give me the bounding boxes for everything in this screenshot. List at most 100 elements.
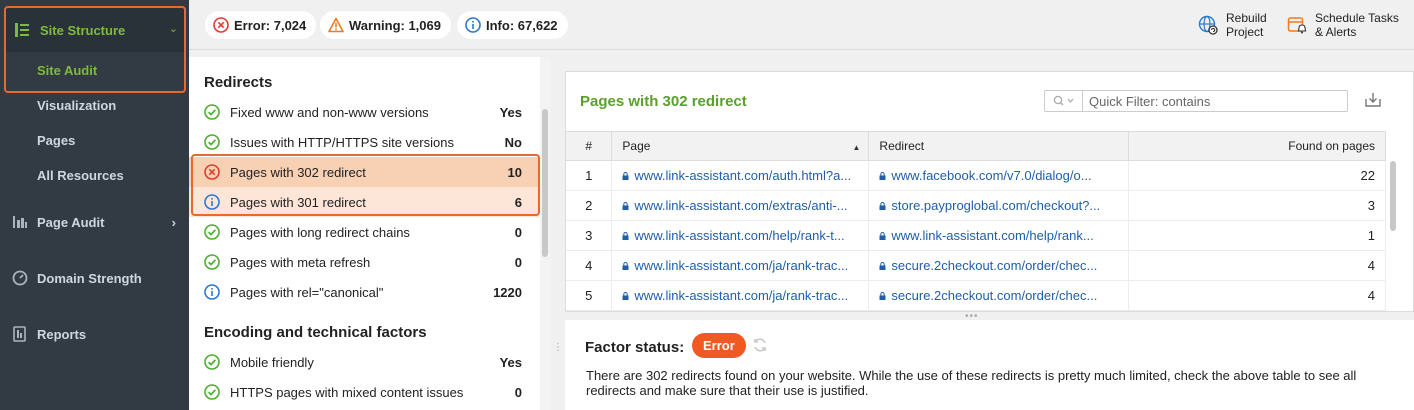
factor-status-label: Factor status: bbox=[585, 339, 685, 356]
page-url[interactable]: www.link-assistant.com/auth.html?a... bbox=[634, 168, 851, 183]
issue-row[interactable]: HTTPS pages with mixed content issues 0 bbox=[189, 377, 539, 407]
lock-icon bbox=[622, 262, 629, 270]
sidebar-item-domain-strength[interactable]: Domain Strength bbox=[12, 270, 182, 286]
section-title-encoding: Encoding and technical factors bbox=[204, 324, 427, 341]
row-number: 5 bbox=[566, 280, 613, 311]
issue-row[interactable]: Pages with 301 redirect 6 bbox=[189, 187, 539, 217]
lock-icon bbox=[879, 262, 886, 270]
search-icon bbox=[1053, 95, 1073, 106]
issue-value: 10 bbox=[507, 164, 522, 180]
redirect-link-cell[interactable]: secure.2checkout.com/order/chec... bbox=[868, 280, 1130, 311]
export-icon[interactable] bbox=[1363, 90, 1383, 110]
sidebar-item-reports[interactable]: Reports bbox=[12, 326, 182, 342]
report-icon bbox=[12, 326, 28, 342]
issue-value: 6 bbox=[514, 194, 522, 210]
sidebar-item-visualization[interactable]: Visualization bbox=[37, 98, 116, 113]
scrollbar-thumb[interactable] bbox=[1390, 161, 1396, 231]
issue-label: Mobile friendly bbox=[230, 354, 314, 370]
column-header-redirect[interactable]: Redirect bbox=[868, 131, 1130, 161]
lock-icon bbox=[622, 202, 629, 210]
sidebar-item-label: Reports bbox=[37, 326, 87, 342]
redirect-link-cell[interactable]: store.payproglobal.com/checkout?... bbox=[868, 190, 1130, 221]
lock-icon bbox=[879, 292, 886, 300]
table-row[interactable]: 1 www.link-assistant.com/auth.html?a... … bbox=[566, 160, 1386, 191]
quick-filter bbox=[1044, 90, 1348, 112]
table-scrollbar[interactable] bbox=[1388, 161, 1399, 307]
sidebar-section-site-structure[interactable]: Site Structure ⌄ bbox=[6, 8, 184, 52]
redirect-link-cell[interactable]: secure.2checkout.com/order/chec... bbox=[868, 250, 1130, 281]
redirect-link-cell[interactable]: www.facebook.com/v7.0/dialog/o... bbox=[868, 160, 1130, 191]
redirect-url[interactable]: store.payproglobal.com/checkout?... bbox=[891, 198, 1100, 213]
check-circle-icon bbox=[204, 104, 220, 120]
detail-title: Pages with 302 redirect bbox=[580, 93, 747, 110]
column-header-number[interactable]: # bbox=[566, 131, 613, 161]
issue-row[interactable]: Mobile friendly Yes bbox=[189, 347, 539, 377]
page-link-cell[interactable]: www.link-assistant.com/auth.html?a... bbox=[611, 160, 870, 191]
page-url[interactable]: www.link-assistant.com/extras/anti-... bbox=[634, 198, 847, 213]
rebuild-project-button[interactable]: Rebuild Project bbox=[1198, 11, 1267, 39]
vertical-splitter-handle[interactable]: ⋮ bbox=[553, 343, 563, 375]
bar-chart-icon bbox=[12, 214, 28, 230]
page-url[interactable]: www.link-assistant.com/ja/rank-trac... bbox=[634, 258, 848, 273]
issue-row[interactable]: Pages with meta refresh 0 bbox=[189, 247, 539, 277]
issue-label: HTTPS pages with mixed content issues bbox=[230, 384, 464, 400]
schedule-label-line2: & Alerts bbox=[1315, 25, 1357, 39]
issue-row[interactable]: Issues with HTTP/HTTPS site versions No bbox=[189, 127, 539, 157]
quick-filter-input[interactable] bbox=[1083, 92, 1347, 110]
page-link-cell[interactable]: www.link-assistant.com/help/rank-t... bbox=[611, 220, 870, 251]
lock-icon bbox=[622, 292, 629, 300]
row-number: 4 bbox=[566, 250, 613, 281]
page-url[interactable]: www.link-assistant.com/help/rank-t... bbox=[634, 228, 844, 243]
warning-triangle-icon bbox=[328, 17, 344, 33]
table-row[interactable]: 2 www.link-assistant.com/extras/anti-...… bbox=[566, 190, 1386, 221]
row-number: 1 bbox=[566, 160, 613, 191]
page-url[interactable]: www.link-assistant.com/ja/rank-trac... bbox=[634, 288, 848, 303]
lock-icon bbox=[879, 202, 886, 210]
column-header-found-on-pages[interactable]: Found on pages bbox=[1128, 131, 1386, 161]
redirect-link-cell[interactable]: www.link-assistant.com/help/rank... bbox=[868, 220, 1130, 251]
issue-value: 0 bbox=[514, 384, 522, 400]
sidebar-item-page-audit[interactable]: Page Audit › bbox=[12, 214, 182, 230]
warning-count-badge[interactable]: Warning: 1,069 bbox=[320, 11, 451, 39]
error-count-badge[interactable]: Error: 7,024 bbox=[205, 11, 317, 39]
page-link-cell[interactable]: www.link-assistant.com/ja/rank-trac... bbox=[611, 280, 870, 311]
rebuild-label-line2: Project bbox=[1226, 25, 1264, 39]
row-number: 2 bbox=[566, 190, 613, 221]
redirect-url[interactable]: www.facebook.com/v7.0/dialog/o... bbox=[891, 168, 1091, 183]
info-count-badge[interactable]: Info: 67,622 bbox=[457, 11, 568, 39]
redirect-url[interactable]: www.link-assistant.com/help/rank... bbox=[891, 228, 1093, 243]
error-count-label: Error: 7,024 bbox=[234, 17, 307, 33]
found-on-pages-cell: 1 bbox=[1128, 220, 1386, 251]
found-on-pages-cell: 4 bbox=[1128, 280, 1386, 311]
issue-label: Pages with 301 redirect bbox=[230, 194, 366, 210]
page-link-cell[interactable]: www.link-assistant.com/ja/rank-trac... bbox=[611, 250, 870, 281]
top-bar: Error: 7,024 Warning: 1,069 Info: 67,622… bbox=[189, 0, 1414, 50]
page-link-cell[interactable]: www.link-assistant.com/extras/anti-... bbox=[611, 190, 870, 221]
schedule-label-line1: Schedule Tasks bbox=[1315, 11, 1399, 25]
issue-row-selected[interactable]: Pages with 302 redirect 10 bbox=[189, 157, 539, 187]
scrollbar-thumb[interactable] bbox=[542, 109, 548, 257]
chevron-right-icon: › bbox=[171, 214, 176, 230]
factor-status-panel: Factor status: Error There are 302 redir… bbox=[565, 320, 1414, 410]
issues-scrollbar[interactable] bbox=[540, 57, 551, 410]
redirect-url[interactable]: secure.2checkout.com/order/chec... bbox=[891, 288, 1097, 303]
issue-row[interactable]: Pages with rel="canonical" 1220 bbox=[189, 277, 539, 307]
redirect-url[interactable]: secure.2checkout.com/order/chec... bbox=[891, 258, 1097, 273]
issue-label: Pages with long redirect chains bbox=[230, 224, 410, 240]
table-row[interactable]: 3 www.link-assistant.com/help/rank-t... … bbox=[566, 220, 1386, 251]
list-tree-icon bbox=[14, 22, 30, 38]
refresh-icon[interactable] bbox=[752, 337, 768, 356]
sidebar-item-pages[interactable]: Pages bbox=[37, 133, 75, 148]
column-header-page[interactable]: Page ▲ bbox=[611, 131, 870, 161]
schedule-tasks-button[interactable]: Schedule Tasks & Alerts bbox=[1287, 11, 1399, 39]
table-row[interactable]: 5 www.link-assistant.com/ja/rank-trac...… bbox=[566, 280, 1386, 311]
column-header-label: Page bbox=[622, 139, 651, 153]
search-options-button[interactable] bbox=[1045, 91, 1083, 111]
sidebar-item-all-resources[interactable]: All Resources bbox=[37, 168, 124, 183]
calendar-bell-icon bbox=[1287, 15, 1307, 35]
detail-panel: Pages with 302 redirect # Page ▲ Redirect… bbox=[565, 71, 1414, 312]
issue-row[interactable]: Pages with long redirect chains 0 bbox=[189, 217, 539, 247]
sidebar-item-site-audit[interactable]: Site Audit bbox=[37, 63, 97, 78]
table-row[interactable]: 4 www.link-assistant.com/ja/rank-trac...… bbox=[566, 250, 1386, 281]
issue-row[interactable]: Fixed www and non-www versions Yes bbox=[189, 97, 539, 127]
